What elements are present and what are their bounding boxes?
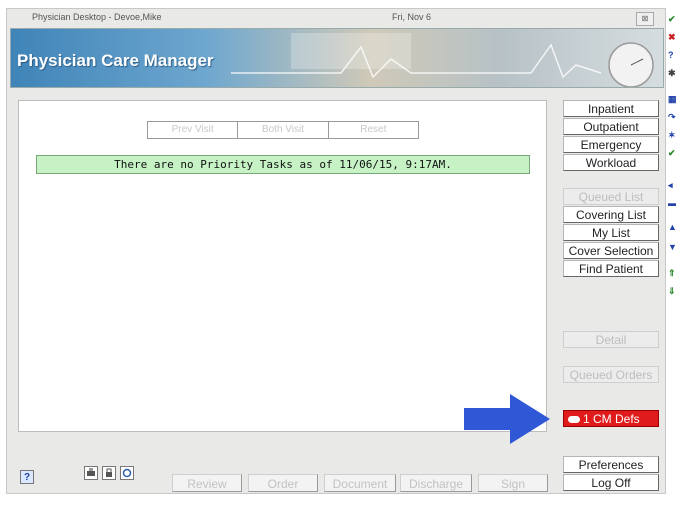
expand-icon[interactable]: ⇑ xyxy=(668,268,676,278)
inpatient-button[interactable]: Inpatient xyxy=(563,100,659,117)
document-button[interactable]: Document xyxy=(324,474,396,492)
app-title: Physician Care Manager xyxy=(17,51,214,70)
question-mark-icon[interactable]: ? xyxy=(20,470,34,484)
tab-both-visit[interactable]: Both Visit xyxy=(238,122,329,138)
find-patient-button[interactable]: Find Patient xyxy=(563,260,659,277)
grid-icon[interactable]: ▦ xyxy=(668,94,676,104)
cover-selection-button[interactable]: Cover Selection xyxy=(563,242,659,259)
preferences-button[interactable]: Preferences xyxy=(563,456,659,473)
covering-list-button[interactable]: Covering List xyxy=(563,206,659,223)
cm-defs-button[interactable]: 1 CM Defs xyxy=(563,410,659,427)
detail-button[interactable]: Detail xyxy=(563,331,659,348)
help-icon[interactable]: ? xyxy=(668,50,676,60)
down-arrow-icon[interactable]: ▼ xyxy=(668,242,676,252)
collapse-icon[interactable]: ⇓ xyxy=(668,286,676,296)
up-arrow-icon[interactable]: ▲ xyxy=(668,222,676,232)
order-button[interactable]: Order xyxy=(248,474,318,492)
tab-reset[interactable]: Reset xyxy=(329,122,418,138)
print-icon-glyph xyxy=(87,468,95,476)
title-bar: Physician Desktop - Devoe,Mike Fri, Nov … xyxy=(8,10,664,28)
lock-icon[interactable] xyxy=(102,466,116,480)
task-list-panel[interactable] xyxy=(18,100,547,432)
discharge-button[interactable]: Discharge xyxy=(400,474,472,492)
log-off-button[interactable]: Log Off xyxy=(563,474,659,491)
star-icon[interactable]: ✶ xyxy=(668,130,676,140)
priority-tasks-message: There are no Priority Tasks as of 11/06/… xyxy=(36,155,530,174)
refresh-icon[interactable] xyxy=(120,466,134,480)
queued-orders-button[interactable]: Queued Orders xyxy=(563,366,659,383)
pill-icon xyxy=(568,416,580,424)
outpatient-button[interactable]: Outpatient xyxy=(563,118,659,135)
tab-prev-visit[interactable]: Prev Visit xyxy=(148,122,239,138)
visit-filter-tabs: Prev Visit Both Visit Reset xyxy=(147,121,419,139)
left-arrow-icon[interactable]: ◂ xyxy=(668,180,676,190)
check-small-icon[interactable]: ✔ xyxy=(668,148,676,158)
window-date: Fri, Nov 6 xyxy=(392,12,432,22)
app-banner: Physician Care Manager xyxy=(10,28,664,88)
queued-list-button[interactable]: Queued List xyxy=(563,188,659,205)
refresh-icon-glyph xyxy=(122,468,132,478)
review-button[interactable]: Review xyxy=(172,474,242,492)
lock-icon-glyph xyxy=(106,468,112,477)
tool-icon[interactable]: ✱ xyxy=(668,68,676,78)
cross-icon[interactable]: ✖ xyxy=(668,32,676,42)
print-icon[interactable] xyxy=(84,466,98,480)
dash-icon[interactable]: ▬ xyxy=(668,198,676,208)
my-list-button[interactable]: My List xyxy=(563,224,659,241)
workload-button[interactable]: Workload xyxy=(563,154,659,171)
close-button[interactable]: ⊠ xyxy=(636,12,654,26)
arrow-icon[interactable]: ↷ xyxy=(668,112,676,122)
check-icon[interactable]: ✔ xyxy=(668,14,676,24)
window-title: Physician Desktop - Devoe,Mike xyxy=(32,12,162,22)
sign-button[interactable]: Sign xyxy=(478,474,548,492)
cm-defs-label: 1 CM Defs xyxy=(583,412,640,426)
emergency-button[interactable]: Emergency xyxy=(563,136,659,153)
arrow-right-icon xyxy=(464,394,550,444)
